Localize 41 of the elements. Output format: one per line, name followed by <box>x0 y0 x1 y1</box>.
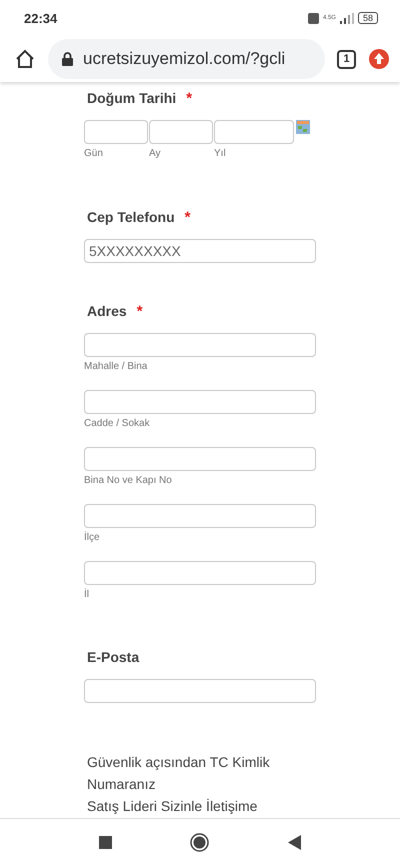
tab-count-button[interactable]: 1 <box>337 50 356 68</box>
clock: 22:34 <box>24 10 58 26</box>
address-bar[interactable]: ucretsizuyemizol.com/?gcli <box>48 39 325 79</box>
field-hint: Cadde / Sokak <box>84 418 151 431</box>
back-icon[interactable] <box>288 835 301 850</box>
calendar-icon[interactable] <box>296 120 310 134</box>
required-mark: * <box>184 208 190 226</box>
email-input[interactable] <box>84 679 316 703</box>
info-text: Satış Lideri Sizinle İletişime <box>86 797 258 816</box>
field-hint: Mahalle / Bina <box>84 361 148 374</box>
date-input[interactable] <box>149 120 213 144</box>
address-input[interactable] <box>84 390 316 414</box>
address-input[interactable] <box>84 333 316 357</box>
address-input[interactable] <box>84 504 316 528</box>
phone-input[interactable]: 5XXXXXXXXX <box>84 239 316 263</box>
date-input[interactable] <box>214 120 294 144</box>
volte-icon <box>308 12 319 24</box>
required-mark: * <box>136 302 143 320</box>
field-hint: İl <box>84 589 90 602</box>
home-button-icon[interactable] <box>190 833 210 852</box>
recents-icon[interactable] <box>99 836 112 849</box>
field-hint: Gün <box>84 148 104 161</box>
home-icon[interactable] <box>14 48 36 70</box>
upload-icon[interactable] <box>368 48 390 70</box>
field-label: Adres <box>87 303 127 319</box>
info-text: Güvenlik açısından TC Kimlik Numaranız <box>86 753 271 794</box>
field-hint: Ay <box>149 148 162 161</box>
address-input[interactable] <box>84 447 316 471</box>
signal-icon <box>340 12 354 24</box>
field-label: E-Posta <box>87 649 140 665</box>
battery-level: 58 <box>358 12 378 24</box>
field-hint: Bina No ve Kapı No <box>84 475 173 488</box>
field-hint: Yıl <box>214 148 227 161</box>
required-mark: * <box>186 90 192 106</box>
lock-icon <box>62 52 73 66</box>
field-label: Cep Telefonu <box>87 209 175 225</box>
field-hint: İlçe <box>84 532 101 545</box>
field-label: Doğum Tarihi <box>87 90 176 106</box>
date-input[interactable] <box>84 120 148 144</box>
address-input[interactable] <box>84 561 316 585</box>
url-text: ucretsizuyemizol.com/?gcli <box>83 49 286 69</box>
